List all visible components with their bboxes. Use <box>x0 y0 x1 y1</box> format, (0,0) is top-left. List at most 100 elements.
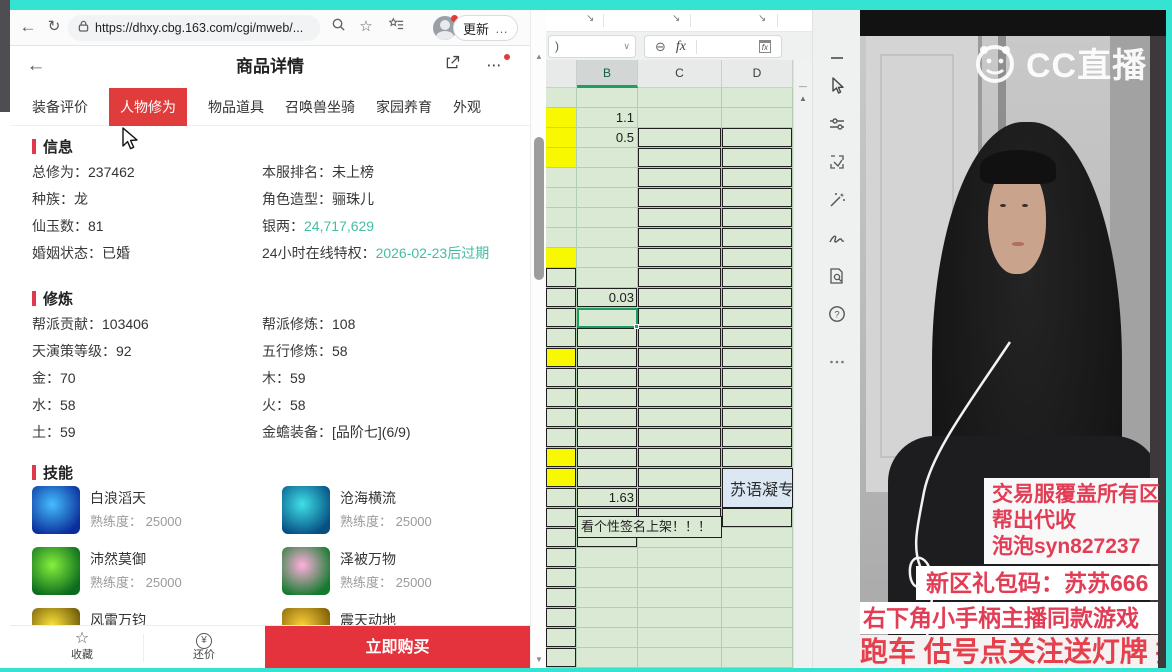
cell[interactable] <box>638 468 722 488</box>
cell[interactable] <box>546 448 577 468</box>
cell[interactable] <box>577 188 638 208</box>
cell[interactable] <box>577 628 638 648</box>
signature-icon[interactable] <box>827 228 847 248</box>
buy-now-button[interactable]: 立即购买 <box>265 626 530 668</box>
cell[interactable] <box>546 488 577 508</box>
cell[interactable] <box>722 608 793 628</box>
scrollbar-thumb[interactable] <box>534 137 544 280</box>
cell[interactable] <box>722 208 793 228</box>
cell[interactable] <box>722 408 793 428</box>
cell[interactable] <box>546 188 577 208</box>
fx-icon[interactable]: fx <box>676 39 686 55</box>
cell[interactable] <box>722 568 793 588</box>
column-header-B[interactable]: B <box>577 60 638 88</box>
cell[interactable] <box>722 248 793 268</box>
cell[interactable] <box>546 168 577 188</box>
cell[interactable] <box>546 148 577 168</box>
cell[interactable] <box>722 448 793 468</box>
cell[interactable] <box>546 648 577 668</box>
cell[interactable] <box>577 568 638 588</box>
cell[interactable] <box>638 248 722 268</box>
column-header-D[interactable]: D <box>722 60 793 88</box>
cell[interactable] <box>638 408 722 428</box>
cell[interactable] <box>722 268 793 288</box>
cell[interactable] <box>577 608 638 628</box>
cell[interactable] <box>546 608 577 628</box>
bargain-button[interactable]: ¥ 还价 <box>144 626 264 668</box>
cell[interactable] <box>638 288 722 308</box>
cell[interactable] <box>546 108 577 128</box>
page-more-icon[interactable]: ⋯ <box>482 49 506 85</box>
tab-item[interactable]: 家园养育 <box>376 97 432 117</box>
cell[interactable] <box>638 148 722 168</box>
cell[interactable] <box>638 348 722 368</box>
browser-reload-icon[interactable]: ↻ <box>42 10 66 46</box>
selected-cell[interactable] <box>577 308 639 329</box>
tab-item[interactable]: 召唤兽坐骑 <box>285 97 355 117</box>
column-header-a[interactable] <box>546 60 577 88</box>
cell[interactable] <box>722 528 793 548</box>
cell[interactable] <box>546 568 577 588</box>
cell[interactable] <box>577 388 638 408</box>
doc-search-icon[interactable] <box>827 266 847 286</box>
cell[interactable] <box>722 128 793 148</box>
dialog-launcher-icon[interactable]: ↘ <box>672 13 680 24</box>
cell[interactable] <box>722 88 793 108</box>
cell[interactable] <box>638 648 722 668</box>
cell[interactable] <box>546 528 577 548</box>
cell[interactable] <box>638 88 722 108</box>
cell[interactable] <box>722 308 793 328</box>
cell[interactable] <box>638 428 722 448</box>
cell[interactable] <box>546 588 577 608</box>
cell[interactable] <box>638 168 722 188</box>
cell[interactable] <box>722 508 793 528</box>
cell[interactable] <box>577 468 638 488</box>
cell[interactable] <box>638 128 722 148</box>
cell[interactable] <box>722 328 793 348</box>
cell[interactable] <box>638 368 722 388</box>
cell[interactable] <box>722 348 793 368</box>
cell[interactable] <box>722 108 793 128</box>
cell[interactable] <box>638 328 722 348</box>
cell[interactable] <box>577 268 638 288</box>
cell[interactable] <box>638 488 722 508</box>
cell[interactable] <box>577 228 638 248</box>
cell[interactable] <box>577 88 638 108</box>
cell[interactable] <box>638 628 722 648</box>
split-handle-icon[interactable]: — <box>794 82 812 91</box>
browser-scrollbar[interactable]: ▲ ▼ <box>530 10 546 668</box>
cell[interactable] <box>577 548 638 568</box>
cell[interactable] <box>546 468 577 488</box>
cell[interactable] <box>638 568 722 588</box>
column-header-C[interactable]: C <box>638 60 722 88</box>
cell[interactable] <box>722 168 793 188</box>
formula-input[interactable]: ⊖ fx fx <box>644 35 782 58</box>
tab-active[interactable]: 人物修为 <box>109 87 187 126</box>
cell[interactable] <box>722 648 793 668</box>
name-box[interactable]: ) ∨ <box>548 35 636 58</box>
favorite-button[interactable]: ☆ 收藏 <box>22 626 142 668</box>
cursor-icon[interactable] <box>827 76 847 96</box>
cell[interactable] <box>577 448 638 468</box>
cell[interactable] <box>546 388 577 408</box>
cell[interactable] <box>722 388 793 408</box>
note-cell[interactable]: 看个性签名上架！！！ <box>577 516 722 538</box>
cell[interactable] <box>546 228 577 248</box>
update-button[interactable]: 更新 … <box>453 15 519 41</box>
cell[interactable] <box>577 648 638 668</box>
zoom-out-icon[interactable]: ⊖ <box>655 39 666 55</box>
more-icon[interactable] <box>827 352 847 372</box>
cell[interactable] <box>577 168 638 188</box>
scroll-down-icon[interactable]: ▼ <box>531 655 546 664</box>
cell[interactable]: 1.1 <box>577 108 638 128</box>
cell[interactable] <box>546 128 577 148</box>
tab-item[interactable]: 外观 <box>453 97 481 117</box>
insert-function-icon[interactable]: fx <box>758 40 771 53</box>
cell[interactable] <box>722 228 793 248</box>
cell[interactable] <box>722 148 793 168</box>
cell[interactable] <box>638 608 722 628</box>
cell[interactable] <box>722 428 793 448</box>
bookmark-star-icon[interactable]: ☆ <box>354 10 378 46</box>
browser-back-icon[interactable]: ← <box>16 10 40 46</box>
cell[interactable] <box>546 348 577 368</box>
